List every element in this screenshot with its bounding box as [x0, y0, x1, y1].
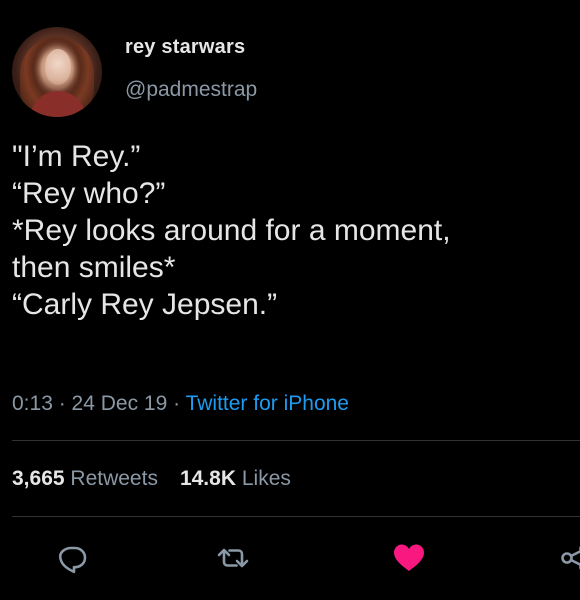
retweets-count: 3,665: [12, 467, 65, 490]
retweets-label: Retweets: [70, 467, 158, 490]
retweets-stat[interactable]: 3,665 Retweets: [12, 467, 158, 490]
reply-icon: [58, 546, 87, 574]
divider: [12, 516, 580, 517]
tweet-meta: 0:13 · 24 Dec 19 · Twitter for iPhone: [12, 392, 349, 416]
retweet-button[interactable]: [215, 540, 251, 576]
tweet: rey starwars @padmestrap "I’m Rey.” “Rey…: [0, 0, 580, 600]
share-icon: [561, 546, 580, 570]
meta-separator: ·: [52, 392, 72, 415]
tweet-text: "I’m Rey.” “Rey who?” *Rey looks around …: [12, 140, 451, 321]
avatar[interactable]: [12, 27, 102, 117]
reply-button[interactable]: [55, 540, 91, 576]
tweet-time[interactable]: 0:13: [12, 392, 53, 415]
heart-icon: [394, 544, 424, 571]
likes-stat[interactable]: 14.8K Likes: [180, 467, 291, 490]
user-handle[interactable]: @padmestrap: [125, 78, 257, 102]
tweet-source-link[interactable]: Twitter for iPhone: [186, 392, 349, 415]
avatar-face: [45, 49, 71, 85]
meta-separator: ·: [167, 392, 186, 415]
likes-count: 14.8K: [179, 467, 236, 490]
retweet-icon: [217, 548, 249, 568]
share-button[interactable]: [558, 540, 580, 576]
display-name[interactable]: rey starwars: [125, 36, 245, 59]
like-button[interactable]: [391, 540, 427, 576]
tweet-date[interactable]: 24 Dec 19: [72, 392, 168, 415]
divider: [12, 440, 580, 441]
tweet-stats: 3,665 Retweets 14.8K Likes: [12, 467, 291, 491]
likes-label: Likes: [241, 467, 291, 490]
